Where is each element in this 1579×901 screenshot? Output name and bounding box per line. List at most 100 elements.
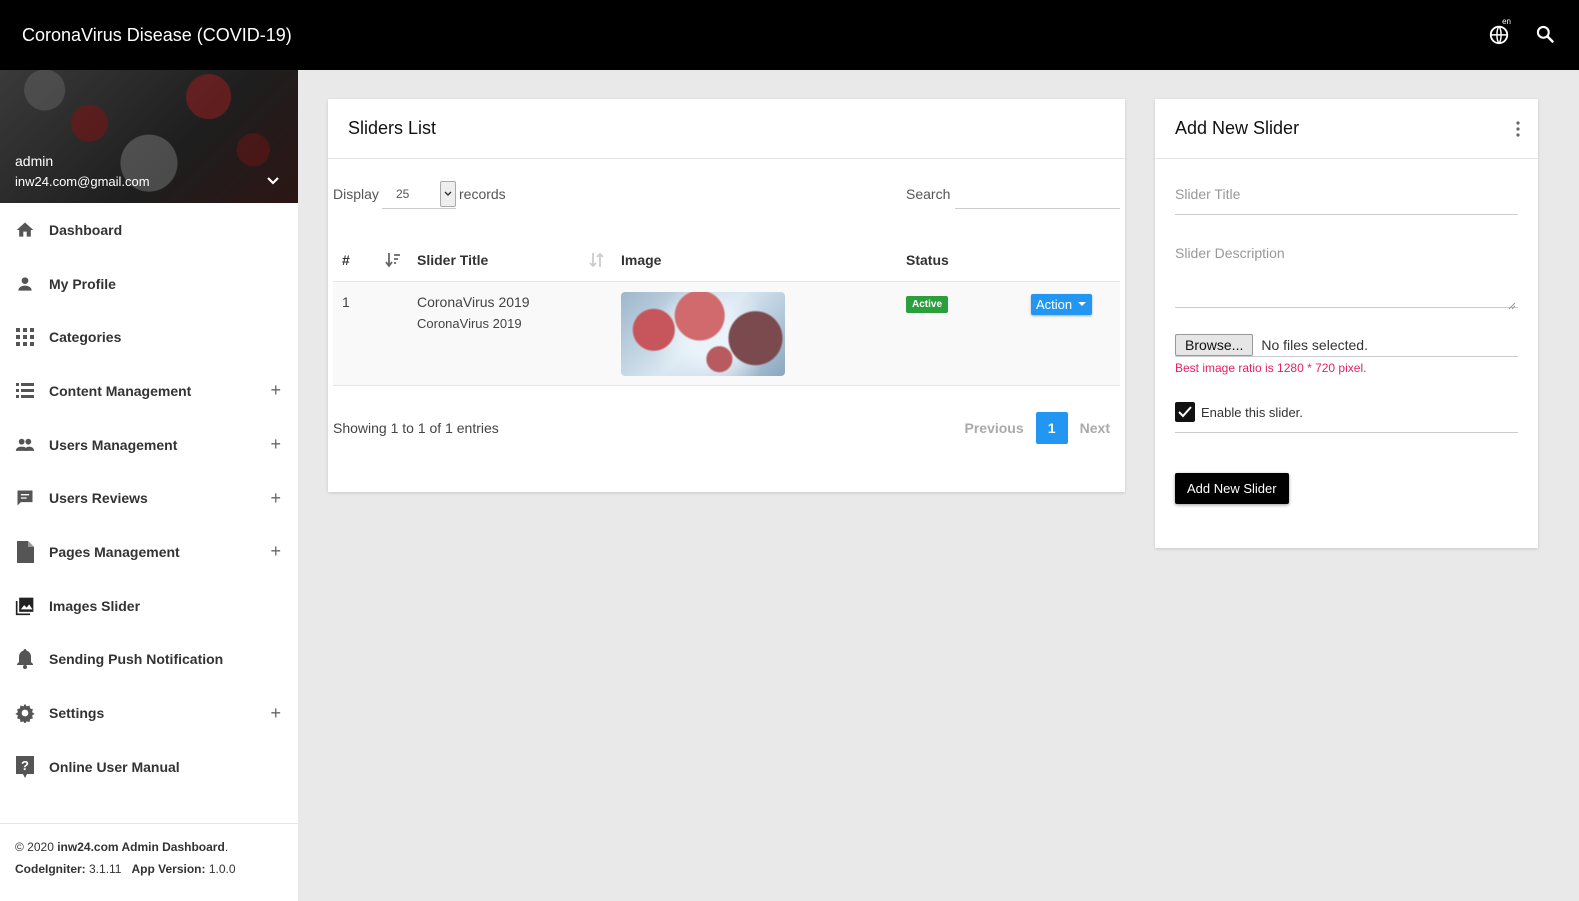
images-icon xyxy=(15,596,35,616)
table-row: 1 CoronaVirus 2019 CoronaVirus 2019 Acti… xyxy=(333,281,1120,386)
expand-plus-icon[interactable]: + xyxy=(270,488,281,509)
column-label: Status xyxy=(906,251,949,268)
column-header-actions xyxy=(1031,239,1120,282)
records-per-page-value: 25 xyxy=(396,186,410,201)
slider-description-textarea[interactable]: Slider Description xyxy=(1175,245,1518,310)
sliders-list-card: Sliders List Display 25 records Search #… xyxy=(328,99,1125,492)
footer-period: . xyxy=(224,840,229,854)
sidebar-item-label: Sending Push Notification xyxy=(49,651,224,668)
column-label: # xyxy=(342,251,350,268)
more-vert-icon[interactable] xyxy=(1516,121,1520,137)
sidebar-item-my-profile[interactable]: My Profile xyxy=(0,257,298,311)
next-page-button[interactable]: Next xyxy=(1070,420,1120,436)
comment-icon xyxy=(15,488,35,508)
people-icon xyxy=(15,435,35,455)
column-label: Slider Title xyxy=(417,251,489,268)
sidebar-item-users-management[interactable]: Users Management + xyxy=(0,418,298,472)
language-globe-icon[interactable]: en xyxy=(1487,17,1511,46)
sidebar-item-pages-management[interactable]: Pages Management + xyxy=(0,525,298,579)
sidebar-item-label: Settings xyxy=(49,705,105,722)
records-per-page-select[interactable]: 25 xyxy=(382,179,456,209)
slider-title-input[interactable]: Slider Title xyxy=(1175,186,1518,215)
records-label: records xyxy=(459,186,506,202)
sort-desc-icon xyxy=(385,252,401,268)
display-label: Display xyxy=(333,186,379,202)
search-label: Search xyxy=(906,186,951,202)
slider-thumbnail-image xyxy=(621,291,785,376)
card-title: Sliders List xyxy=(328,99,1125,159)
sidebar-item-label: Images Slider xyxy=(49,597,141,614)
file-input: Browse... No files selected. xyxy=(1175,334,1518,357)
sidebar-footer: © 2020 inw24.com Admin Dashboard. CodeIg… xyxy=(0,823,298,901)
enable-slider-label[interactable]: Enable this slider. xyxy=(1201,405,1303,420)
caret-down-icon xyxy=(1078,302,1087,306)
sidebar-item-online-user-manual[interactable]: ? Online User Manual xyxy=(0,740,298,794)
app-version-label: App Version: xyxy=(131,862,206,876)
sidebar-item-label: Users Reviews xyxy=(49,490,148,507)
user-email: inw24.com@gmail.com xyxy=(15,174,150,189)
document-icon xyxy=(15,540,35,563)
row-action-cell: Action xyxy=(1031,281,1120,386)
user-info-panel: admin inw24.com@gmail.com xyxy=(0,70,298,203)
sidebar-item-label: Content Management xyxy=(49,382,192,399)
browse-button[interactable]: Browse... xyxy=(1175,334,1254,356)
expand-plus-icon[interactable]: + xyxy=(270,703,281,724)
card-title: Add New Slider xyxy=(1155,99,1538,159)
svg-text:?: ? xyxy=(21,758,29,773)
expand-plus-icon[interactable]: + xyxy=(270,380,281,401)
table-header-row: # Slider Title Image Status xyxy=(333,239,1120,282)
app-title: CoronaVirus Disease (COVID-19) xyxy=(22,24,292,45)
previous-page-button[interactable]: Previous xyxy=(955,420,1034,436)
sidebar-item-content-management[interactable]: Content Management + xyxy=(0,364,298,418)
table-info: Showing 1 to 1 of 1 entries xyxy=(333,420,499,436)
sidebar-item-dashboard[interactable]: Dashboard xyxy=(0,203,298,257)
page-1-button[interactable]: 1 xyxy=(1035,412,1068,444)
sidebar-item-settings[interactable]: Settings + xyxy=(0,686,298,740)
list-icon xyxy=(15,381,35,401)
home-icon xyxy=(15,220,35,240)
sidebar-item-label: Categories xyxy=(49,329,122,346)
image-ratio-hint: Best image ratio is 1280 * 720 pixel. xyxy=(1175,361,1367,375)
sidebar-item-label: My Profile xyxy=(49,275,116,292)
ci-label: CodeIgniter: xyxy=(15,862,86,876)
add-new-slider-button[interactable]: Add New Slider xyxy=(1175,473,1289,504)
sidebar-item-images-slider[interactable]: Images Slider xyxy=(0,579,298,633)
column-header-number[interactable]: # xyxy=(333,239,417,282)
action-label: Action xyxy=(1036,296,1073,312)
person-icon xyxy=(15,274,35,294)
version-line: CodeIgniter: 3.1.11 App Version: 1.0.0 xyxy=(15,862,283,876)
add-slider-card: Add New Slider Slider Title Slider Descr… xyxy=(1155,99,1538,548)
language-badge: en xyxy=(1502,17,1511,26)
chevron-down-icon[interactable] xyxy=(266,174,280,188)
column-header-status: Status xyxy=(906,239,1031,282)
bell-icon xyxy=(15,649,35,670)
expand-plus-icon[interactable]: + xyxy=(270,434,281,455)
sidebar-item-categories[interactable]: Categories xyxy=(0,310,298,364)
help-icon: ? xyxy=(15,755,35,778)
card-title-text: Add New Slider xyxy=(1175,118,1300,138)
search-input[interactable] xyxy=(955,179,1120,209)
sidebar-item-label: Pages Management xyxy=(49,543,180,560)
pagination: Previous 1 Next xyxy=(955,412,1121,444)
action-dropdown-button[interactable]: Action xyxy=(1031,293,1093,315)
resize-handle-icon[interactable] xyxy=(1508,297,1516,310)
row-status-cell: Active xyxy=(906,281,1031,386)
apps-grid-icon xyxy=(15,327,35,347)
sidebar-item-push-notification[interactable]: Sending Push Notification xyxy=(0,633,298,687)
chevron-down-icon xyxy=(440,181,456,207)
status-badge: Active xyxy=(906,295,949,313)
enable-slider-checkbox[interactable] xyxy=(1175,402,1195,422)
sort-icon xyxy=(589,252,605,268)
sidebar-item-label: Online User Manual xyxy=(49,758,180,775)
copyright-line: © 2020 inw24.com Admin Dashboard. xyxy=(15,840,283,854)
search-icon[interactable] xyxy=(1533,22,1557,46)
expand-plus-icon[interactable]: + xyxy=(270,541,281,562)
ci-version: 3.1.11 xyxy=(85,862,122,876)
slider-title: CoronaVirus 2019 xyxy=(417,293,530,310)
sidebar-item-users-reviews[interactable]: Users Reviews + xyxy=(0,471,298,525)
sidebar-menu: Dashboard My Profile Categories Content … xyxy=(0,203,298,794)
sidebar: admin inw24.com@gmail.com Dashboard My P… xyxy=(0,70,298,901)
column-label: Image xyxy=(621,251,662,268)
file-status: No files selected. xyxy=(1261,337,1368,353)
column-header-slider-title[interactable]: Slider Title xyxy=(417,239,621,282)
